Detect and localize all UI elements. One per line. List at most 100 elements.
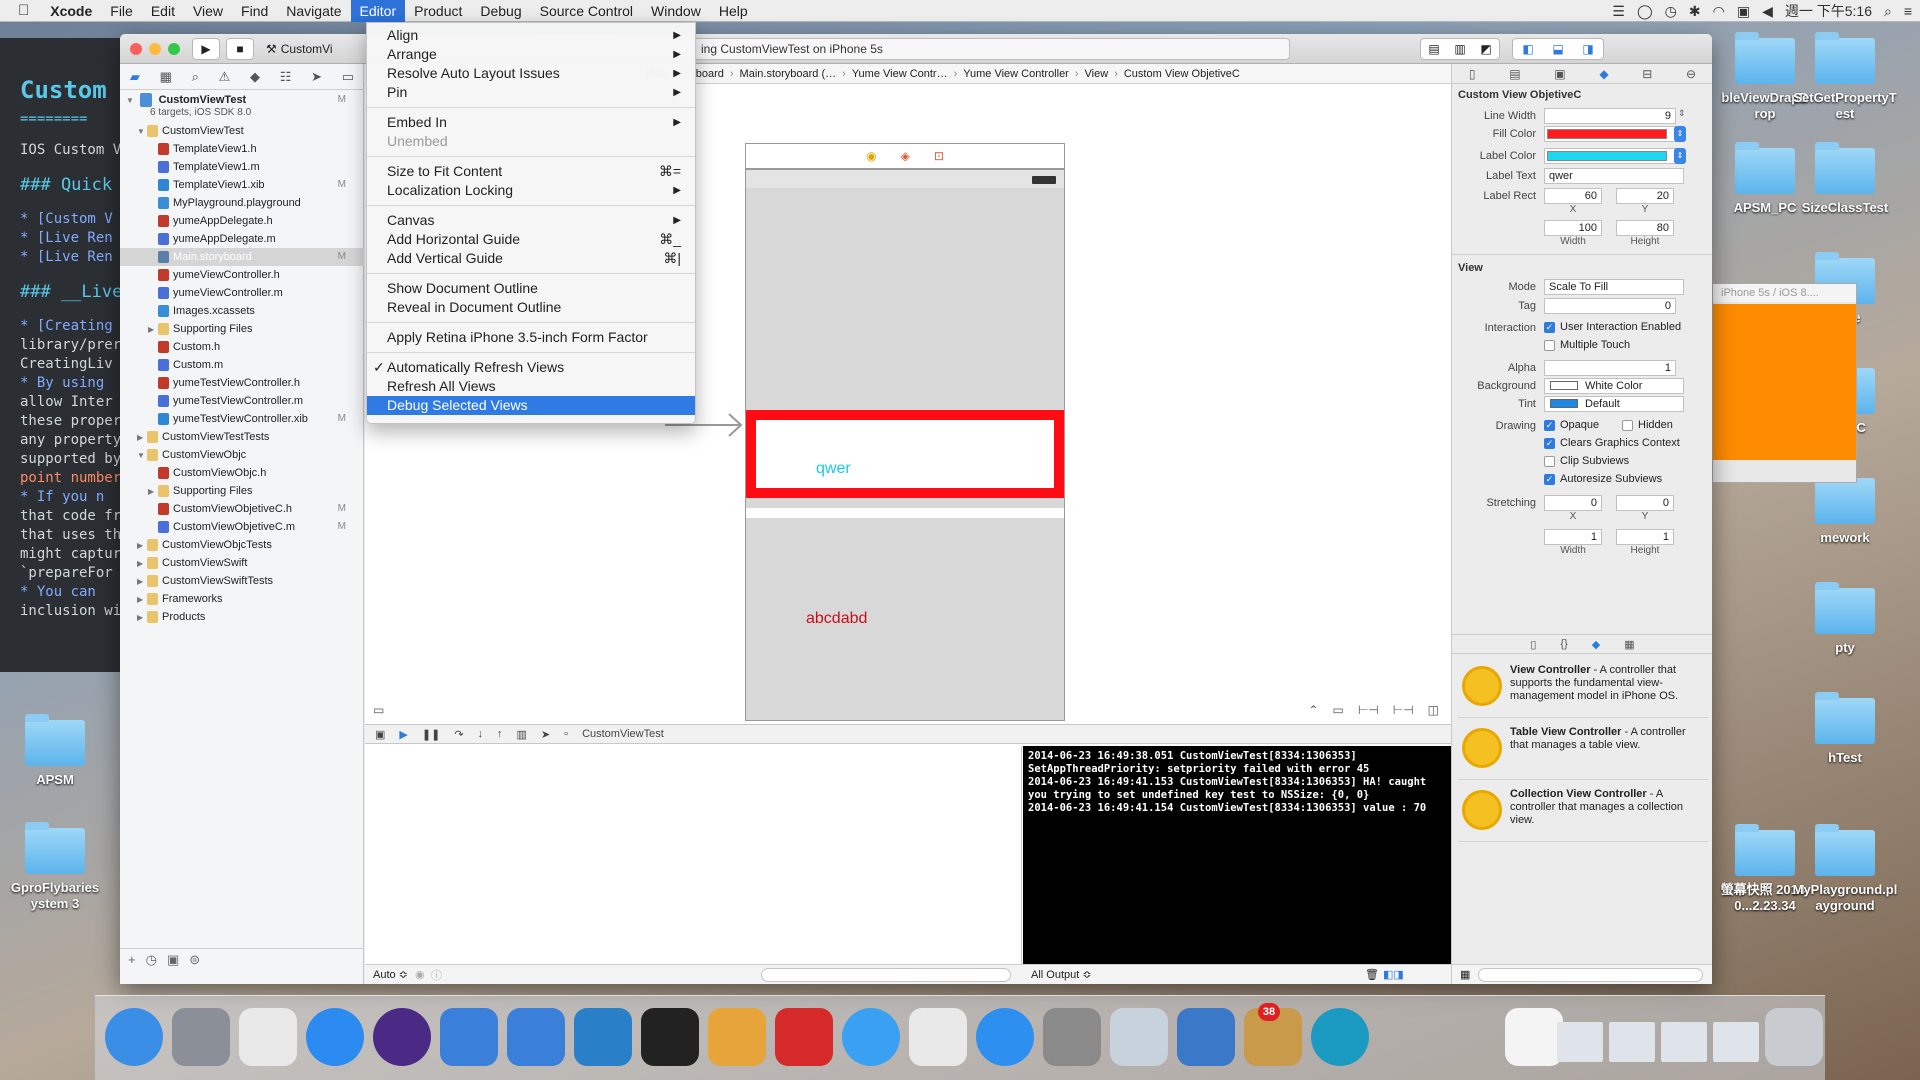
navigator-row[interactable]: CustomViewObjetiveC.m M: [120, 518, 364, 536]
view-toggle-controls[interactable]: ◧ ⬓ ◨: [1512, 38, 1604, 60]
menu-item-refresh-all-views[interactable]: Refresh All Views: [367, 377, 695, 396]
input-source-icon[interactable]: ▣: [1737, 3, 1750, 20]
jump-bar-item[interactable]: Main.storyboard (…: [740, 68, 837, 80]
navigator-row[interactable]: ▶ Supporting Files: [120, 320, 364, 338]
preview-icon[interactable]: [1110, 1008, 1168, 1066]
debug-target[interactable]: CustomViewTest: [582, 728, 664, 740]
identity-inspector-icon[interactable]: ▣: [1554, 67, 1565, 81]
disclosure-icon[interactable]: ▼: [126, 96, 134, 105]
stop-button[interactable]: ■: [226, 38, 254, 60]
filter-icon[interactable]: ⊜: [189, 952, 200, 968]
resolve-icon[interactable]: ◫: [1428, 703, 1439, 717]
label-rect-height-field[interactable]: 80: [1616, 220, 1674, 236]
disclosure-icon[interactable]: ▶: [137, 573, 147, 591]
run-button[interactable]: ▶: [192, 38, 220, 60]
finder-icon[interactable]: [105, 1008, 163, 1066]
numbers-icon[interactable]: [909, 1008, 967, 1066]
zoom-window-button[interactable]: [168, 43, 180, 55]
info-icon[interactable]: ⓘ: [431, 967, 442, 983]
desktop-icon[interactable]: pty: [1790, 582, 1900, 656]
navigator-row[interactable]: TemplateView1.m: [120, 158, 364, 176]
breakpoints-toggle-icon[interactable]: ▶: [399, 728, 407, 741]
navigator-row[interactable]: yumeViewController.m: [120, 284, 364, 302]
navigator-row[interactable]: TemplateView1.h: [120, 140, 364, 158]
menu-item-automatically-refresh-views[interactable]: ✓ Automatically Refresh Views: [367, 358, 695, 377]
jump-bar-item[interactable]: Yume View Controller: [963, 68, 1069, 80]
standard-editor-icon[interactable]: ▤: [1428, 42, 1439, 56]
variables-filter-field[interactable]: [761, 967, 1011, 982]
file-inspector-icon[interactable]: ▯: [1469, 67, 1476, 81]
menu-file[interactable]: File: [101, 0, 142, 22]
navigator-row[interactable]: CustomViewObjc.h: [120, 464, 364, 482]
library-filter-field[interactable]: [1478, 968, 1703, 982]
spotlight-search-icon[interactable]: ⌕: [1884, 3, 1892, 20]
jump-bar-item[interactable]: Yume View Contr…: [852, 68, 948, 80]
stretch-y-field[interactable]: 0: [1616, 495, 1674, 511]
label-rect-width-field[interactable]: 100: [1544, 220, 1602, 236]
debug-area-toggle-icon[interactable]: ⬓: [1552, 42, 1563, 56]
desktop-icon[interactable]: APSM: [0, 714, 110, 788]
disclosure-icon[interactable]: ▶: [137, 429, 147, 447]
window-thumb-icon[interactable]: [1713, 1022, 1759, 1062]
utilities-toggle-icon[interactable]: ◨: [1582, 42, 1593, 56]
fill-color-dropdown[interactable]: ⇕: [1674, 126, 1686, 142]
stretch-height-field[interactable]: 1: [1616, 529, 1674, 545]
navigator-row[interactable]: ▶ CustomViewSwift: [120, 554, 364, 572]
output-select[interactable]: All Output ≎: [1031, 968, 1092, 981]
object-library-icon[interactable]: ◆: [1592, 638, 1600, 651]
xcode-beta-icon[interactable]: [507, 1008, 565, 1066]
stretch-width-field[interactable]: 1: [1544, 529, 1602, 545]
time-machine-icon[interactable]: ◷: [1665, 3, 1677, 20]
disclosure-icon[interactable]: ▶: [148, 321, 158, 339]
label-rect-y-field[interactable]: 20: [1616, 188, 1674, 204]
project-row[interactable]: ▼ CustomViewTest 6 targets, iOS SDK 8.0 …: [120, 92, 364, 122]
disclosure-icon[interactable]: ▼: [137, 123, 147, 141]
menu-item-resolve-auto-layout-issues[interactable]: Resolve Auto Layout Issues ▶: [367, 64, 695, 83]
menu-debug[interactable]: Debug: [471, 0, 530, 22]
exit-icon[interactable]: ⊡: [934, 149, 944, 163]
navigator-row[interactable]: Main.storyboard M: [120, 248, 364, 266]
menu-view[interactable]: View: [184, 0, 232, 22]
label-rect-x-field[interactable]: 60: [1544, 188, 1602, 204]
label-color-dropdown[interactable]: ⇕: [1674, 148, 1686, 164]
notification-center-icon[interactable]: ≡: [1904, 3, 1912, 19]
quick-help-icon[interactable]: ▤: [1509, 67, 1520, 81]
symbol-icon[interactable]: ▦: [160, 69, 172, 85]
auto-variables-select[interactable]: Auto ≎: [373, 968, 408, 981]
menu-item-reveal-in-document-outline[interactable]: Reveal in Document Outline: [367, 298, 695, 317]
menu-item-show-document-outline[interactable]: Show Document Outline: [367, 279, 695, 298]
desktop-icon[interactable]: mework: [1790, 472, 1900, 546]
simulator-icon[interactable]: [1177, 1008, 1235, 1066]
menu-edit[interactable]: Edit: [142, 0, 184, 22]
menu-help[interactable]: Help: [710, 0, 757, 22]
assistant-editor-icon[interactable]: ▥: [1454, 42, 1465, 56]
alpha-field[interactable]: 1: [1544, 360, 1676, 376]
breakpoint-icon[interactable]: ➤: [311, 69, 322, 85]
navigator-row[interactable]: CustomViewObjetiveC.h M: [120, 500, 364, 518]
navigator-row[interactable]: Custom.m: [120, 356, 364, 374]
first-responder-icon[interactable]: ◈: [901, 149, 910, 163]
label-text-field[interactable]: qwer: [1544, 168, 1684, 184]
desktop-icon[interactable]: SetGetPropertyT est: [1790, 32, 1900, 122]
menu-item-add-vertical-guide[interactable]: Add Vertical Guide ⌘|: [367, 249, 695, 268]
navigator-row[interactable]: ▶ CustomViewSwiftTests: [120, 572, 364, 590]
desktop-icon[interactable]: GproFlybaries ystem 3: [0, 822, 110, 912]
document-outline-toggle-icon[interactable]: ▭: [373, 703, 384, 717]
navigator-row[interactable]: ▼ CustomViewObjc: [120, 446, 364, 464]
search-icon[interactable]: ⌕: [192, 69, 199, 85]
navigator-row[interactable]: ▶ Frameworks: [120, 590, 364, 608]
file-template-icon[interactable]: ▯: [1530, 638, 1536, 651]
navigator-row[interactable]: ▶ CustomViewObjcTests: [120, 536, 364, 554]
visibility-icon[interactable]: ◉: [415, 968, 425, 981]
navigator-row[interactable]: yumeTestViewController.m: [120, 392, 364, 410]
clip-subviews-checkbox[interactable]: Clip Subviews: [1544, 455, 1629, 467]
media-library-icon[interactable]: ▦: [1624, 638, 1634, 651]
step-in-icon[interactable]: ↓: [478, 728, 484, 740]
line-width-field[interactable]: 9: [1544, 108, 1676, 124]
report-icon[interactable]: ▭: [342, 69, 354, 85]
app-menu[interactable]: Xcode: [41, 0, 101, 22]
variables-view[interactable]: [365, 746, 1022, 984]
menu-item-localization-locking[interactable]: Localization Locking ▶: [367, 181, 695, 200]
simulator-window[interactable]: iPhone 5s / iOS 8....: [1712, 283, 1857, 483]
navigator-row[interactable]: Images.xcassets: [120, 302, 364, 320]
